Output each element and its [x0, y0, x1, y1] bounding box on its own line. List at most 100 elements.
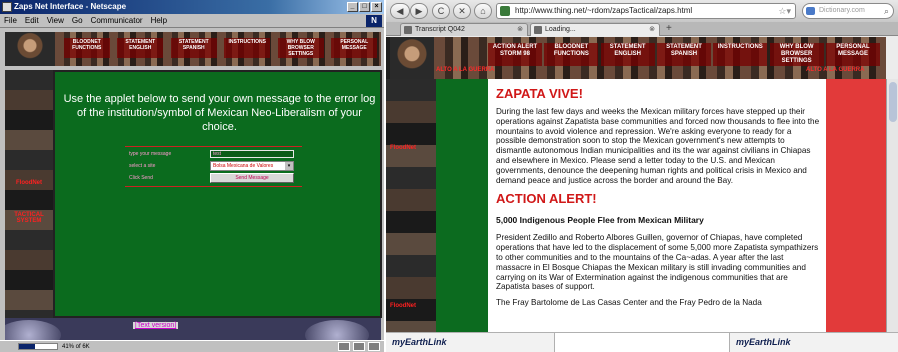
nav-browser-settings[interactable]: WHY BLOW BROWSER SETTINGS [769, 43, 824, 66]
site-label: select a site [129, 163, 156, 169]
message-label: type your message [129, 151, 172, 157]
forward-icon[interactable]: ▶ [410, 3, 428, 19]
floodnet-label: FloodNet [390, 145, 416, 151]
page-title: ZAPATA VIVE! [496, 86, 583, 101]
send-label: Click Send [129, 175, 153, 181]
nav-browser-settings[interactable]: WHY BLOW BROWSER SETTINGS [277, 38, 324, 58]
menu-edit[interactable]: Edit [25, 14, 39, 27]
menu-view[interactable]: View [47, 14, 64, 27]
nav-personal-message[interactable]: PERSONAL MESSAGE [825, 43, 880, 66]
side-image-column: FloodNet FloodNet [386, 79, 436, 332]
menu-go[interactable]: Go [72, 14, 83, 27]
nav-statement-english[interactable]: STATEMENT ENGLISH [600, 43, 655, 66]
earthlink-panel [554, 333, 730, 352]
menu-bar: File Edit View Go Communicator Help [0, 14, 384, 28]
vertical-scrollbar[interactable] [886, 79, 898, 332]
netscape-window: Zaps Net Interface - Netscape _ □ × File… [0, 0, 384, 352]
new-tab-button[interactable]: + [666, 23, 672, 35]
search-box[interactable]: Dictionary.com ⌕ [802, 3, 894, 19]
nav-statement-spanish[interactable]: STATEMENT SPANISH [170, 38, 217, 58]
back-icon[interactable]: ◀ [390, 3, 410, 19]
url-bar[interactable]: http://www.thing.net/~rdom/zapsTactical/… [496, 3, 796, 19]
scrollbar-thumb[interactable] [889, 82, 897, 122]
tactical-system-label: TACTICAL SYSTEM [14, 212, 44, 224]
title-bar[interactable]: Zaps Net Interface - Netscape _ □ × [0, 0, 384, 14]
minimize-button[interactable]: _ [347, 2, 358, 12]
search-engine-icon[interactable] [806, 7, 815, 15]
nav-instructions[interactable]: INSTRUCTIONS [713, 43, 768, 66]
red-flag-stripe [826, 79, 886, 332]
divider [125, 146, 302, 147]
status-icons [338, 342, 380, 351]
earthlink-logo[interactable]: myEarthLink [392, 337, 447, 347]
text-version-link[interactable]: [Text version] [133, 322, 179, 329]
maximize-button[interactable]: □ [359, 2, 370, 12]
menu-help[interactable]: Help [151, 14, 167, 27]
site-header-banner: ACTION ALERT STORM 98 BLOODNET FUNCTIONS… [386, 37, 886, 79]
reload-icon[interactable]: C [432, 3, 450, 19]
progress-fill [19, 344, 35, 349]
search-go-icon[interactable]: ⌕ [884, 4, 889, 18]
article-content: ZAPATA VIVE! During the last few days an… [488, 79, 826, 332]
earthlink-toolbar: myEarthLink myEarthLink [386, 332, 898, 352]
divider [125, 186, 302, 187]
security-icon[interactable] [338, 342, 350, 351]
tab-favicon-icon [534, 26, 542, 34]
footer-area: [Text version] [5, 318, 381, 340]
nav-instructions[interactable]: INSTRUCTIONS [224, 38, 271, 58]
tab-transcript[interactable]: Transcript Q042 ⊗ [400, 23, 528, 36]
article-subheading: 5,000 Indigenous People Flee from Mexica… [496, 215, 704, 226]
earthlink-logo[interactable]: myEarthLink [736, 337, 791, 347]
tab-close-icon[interactable]: ⊗ [517, 24, 523, 36]
zapata-portrait [390, 37, 434, 79]
article-paragraph: The Fray Bartolome de Las Casas Center a… [496, 298, 762, 308]
message-applet: type your message test select a site Bol… [125, 146, 302, 190]
tab-close-icon[interactable]: ⊗ [649, 24, 655, 36]
globe-image [305, 320, 369, 340]
composer-icon[interactable] [368, 342, 380, 351]
menu-communicator[interactable]: Communicator [91, 14, 143, 27]
message-row: type your message test [125, 149, 302, 159]
favicon-icon [500, 6, 510, 16]
nav-personal-message[interactable]: PERSONAL MESSAGE [331, 38, 378, 58]
send-row: Click Send Send Message [125, 173, 302, 183]
site-header-banner: BLOODNET FUNCTIONS STATEMENT ENGLISH STA… [5, 32, 381, 66]
action-alert-heading: ACTION ALERT! [496, 191, 597, 207]
nav-floodnet-functions[interactable]: BLOODNET FUNCTIONS [63, 38, 110, 58]
close-button[interactable]: × [371, 2, 382, 12]
chevron-down-icon[interactable]: ▾ [285, 162, 293, 170]
navigation-toolbar: ◀ ▶ C ✕ ⌂ http://www.thing.net/~rdom/zap… [386, 0, 898, 22]
site-nav: BLOODNET FUNCTIONS STATEMENT ENGLISH STA… [60, 38, 381, 58]
menu-file[interactable]: File [4, 14, 17, 27]
progress-bar [18, 343, 58, 350]
tab-favicon-icon [404, 26, 412, 34]
floodnet-label: FloodNet [16, 180, 42, 186]
tab-loading[interactable]: Loading... ⊗ [530, 23, 660, 36]
banner-slogan: ALTO A LA GUERRA [436, 67, 495, 73]
tab-label: Loading... [545, 26, 576, 33]
globe-image [5, 320, 61, 340]
nav-statement-english[interactable]: STATEMENT ENGLISH [117, 38, 164, 58]
message-input[interactable]: test [210, 150, 294, 158]
site-select[interactable]: Bolsa Mexicana de Valores ▾ [210, 161, 294, 171]
site-nav: ACTION ALERT STORM 98 BLOODNET FUNCTIONS… [488, 43, 880, 66]
article-paragraph: President Zedillo and Roberto Albores Gu… [496, 233, 819, 292]
status-bar: 41% of 6K [0, 340, 384, 352]
banner-slogan: ALTO A LA GUERRA [806, 67, 865, 73]
tab-strip: Transcript Q042 ⊗ Loading... ⊗ + [386, 22, 898, 36]
nav-floodnet-functions[interactable]: BLOODNET FUNCTIONS [544, 43, 599, 66]
intro-paragraph: During the last few days and weeks the M… [496, 107, 820, 185]
bookmark-star-icon[interactable]: ☆▾ [778, 4, 791, 18]
firefox-window: ◀ ▶ C ✕ ⌂ http://www.thing.net/~rdom/zap… [386, 0, 898, 352]
nav-action-alert[interactable]: ACTION ALERT STORM 98 [488, 43, 542, 66]
applet-page: Use the applet below to send your own me… [53, 70, 382, 318]
tab-label: Transcript Q042 [415, 26, 465, 33]
mail-icon[interactable] [353, 342, 365, 351]
send-message-button[interactable]: Send Message [210, 173, 294, 183]
netscape-throbber-icon[interactable]: N [366, 15, 382, 27]
home-icon[interactable]: ⌂ [474, 3, 492, 19]
nav-statement-spanish[interactable]: STATEMENT SPANISH [656, 43, 711, 66]
zapata-portrait [5, 32, 55, 66]
stop-icon[interactable]: ✕ [453, 3, 471, 19]
window-title: Zaps Net Interface - Netscape [14, 2, 127, 11]
